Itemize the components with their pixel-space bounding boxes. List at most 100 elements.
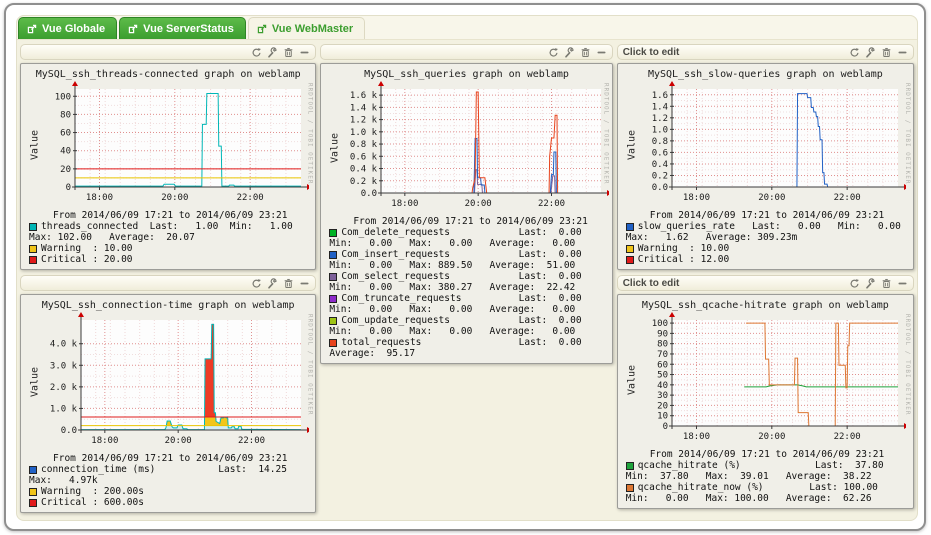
legend-text: Min: 37.80 Max: 39.01 Average: 38.22 <box>625 471 872 482</box>
collapse-icon[interactable] <box>299 47 310 58</box>
legend-swatch <box>625 244 634 253</box>
svg-text:0.6 k: 0.6 k <box>350 152 378 162</box>
legend-swatch <box>625 222 634 231</box>
trash-icon[interactable] <box>881 47 892 58</box>
svg-text:22:00: 22:00 <box>538 199 565 209</box>
legend-text: total_requests Last: 0.00 <box>341 337 582 348</box>
graph-widget-threads-connected: MySQL_ssh_threads-connected graph on web… <box>20 63 317 270</box>
dashboard-column-right: Click to edit MySQL_ssh_slow-queries grap… <box>616 44 914 513</box>
legend-row: Max: 4.97k <box>29 475 309 486</box>
svg-text:0: 0 <box>662 422 667 432</box>
refresh-icon[interactable] <box>849 47 860 58</box>
tab-vue-webmaster[interactable]: Vue WebMaster <box>247 17 366 39</box>
svg-text:40: 40 <box>60 147 71 157</box>
legend-row: Max: 1.62 Average: 309.23m <box>626 232 907 243</box>
trash-icon[interactable] <box>283 278 294 289</box>
svg-text:20:00: 20:00 <box>465 199 492 209</box>
svg-text:18:00: 18:00 <box>683 193 710 203</box>
legend-swatch <box>329 338 338 347</box>
legend-row: qcache_hitrate (%) Last: 37.80 <box>625 460 907 471</box>
panel-queries: MySQL_ssh_queries graph on weblamp Value 0… <box>320 44 613 364</box>
legend-text: Max: 1.62 Average: 309.23m <box>625 232 798 243</box>
legend-text: Max: 102.00 Average: 20.07 <box>29 232 195 243</box>
tab-vue-serverstatus[interactable]: Vue ServerStatus <box>119 17 246 39</box>
wrench-icon[interactable] <box>267 46 278 58</box>
collapse-icon[interactable] <box>897 47 908 58</box>
panel-toolbar <box>251 46 310 58</box>
legend-row: Warning : 10.00 <box>29 243 309 254</box>
legend-text: Com_delete_requests Last: 0.00 <box>341 227 582 238</box>
panel-header-threads-connected[interactable] <box>20 44 317 60</box>
collapse-icon[interactable] <box>596 47 607 58</box>
panel-header-connection-time[interactable] <box>20 275 317 291</box>
y-axis-label: Value <box>626 129 638 161</box>
svg-text:4.0 k: 4.0 k <box>50 340 78 350</box>
panel-header-qcache-hitrate[interactable]: Click to edit <box>616 275 914 291</box>
panel-qcache-hitrate: Click to edit MySQL_ssh_qcache-hitrate gr… <box>616 275 914 509</box>
legend-row: slow_queries_rate Last: 0.00 Min: 0.00 <box>625 221 907 232</box>
legend-text: Critical : 12.00 <box>637 254 730 265</box>
view-icon <box>257 24 267 34</box>
legend-row: qcache_hitrate_now (%) Last: 100.00 <box>625 482 907 493</box>
wrench-icon[interactable] <box>865 46 876 58</box>
svg-text:0.0: 0.0 <box>361 189 377 199</box>
window-frame: Vue Globale Vue ServerStatus Vue WebMast… <box>4 3 926 531</box>
trash-icon[interactable] <box>881 278 892 289</box>
dashboard-column-left: MySQL_ssh_threads-connected graph on web… <box>20 44 317 513</box>
svg-text:20:00: 20:00 <box>758 193 785 203</box>
tab-vue-globale[interactable]: Vue Globale <box>18 17 118 39</box>
legend-text: From 2014/06/09 17:21 to 2014/06/09 23:2… <box>649 210 885 221</box>
legend-row: Max: 102.00 Average: 20.07 <box>29 232 309 243</box>
rrdtool-watermark: RRDTOOL / TOBI OETIKER <box>904 83 911 185</box>
y-axis-label: Value <box>29 366 41 398</box>
tab-label: Vue Globale <box>42 22 106 35</box>
svg-text:22:00: 22:00 <box>833 193 860 203</box>
legend-text: qcache_hitrate_now (%) Last: 100.00 <box>637 482 878 493</box>
refresh-icon[interactable] <box>251 47 262 58</box>
view-icon <box>27 24 37 34</box>
panels-grid: MySQL_ssh_threads-connected graph on web… <box>17 40 917 513</box>
wrench-icon[interactable] <box>865 277 876 289</box>
legend-row: Min: 0.00 Max: 380.27 Average: 22.42 <box>329 282 605 293</box>
panel-edit-hint[interactable]: Click to edit <box>623 278 680 289</box>
legend-time-range: From 2014/06/09 17:21 to 2014/06/09 23:2… <box>626 210 907 221</box>
tab-bar: Vue Globale Vue ServerStatus Vue WebMast… <box>17 16 917 40</box>
wrench-icon[interactable] <box>267 277 278 289</box>
refresh-icon[interactable] <box>849 278 860 289</box>
legend-row: Average: 95.17 <box>329 348 605 359</box>
refresh-icon[interactable] <box>548 47 559 58</box>
legend-time-range: From 2014/06/09 17:21 to 2014/06/09 23:2… <box>29 453 309 464</box>
panel-edit-hint[interactable]: Click to edit <box>623 47 680 58</box>
panel-connection-time: MySQL_ssh_connection-time graph on webla… <box>20 275 317 513</box>
refresh-icon[interactable] <box>251 278 262 289</box>
graph-widget-qcache-hitrate: MySQL_ssh_qcache-hitrate graph on weblam… <box>616 294 914 509</box>
svg-text:70: 70 <box>657 350 668 360</box>
svg-text:1.6: 1.6 <box>651 91 667 101</box>
trash-icon[interactable] <box>580 47 591 58</box>
graph-image-connection-time: 0.0 1.0 k 2.0 k 3.0 k 4.0 k 18:00 20:00 22:00 <box>50 312 309 446</box>
graph-widget-slow-queries: MySQL_ssh_slow-queries graph on weblamp V… <box>616 63 914 270</box>
svg-text:2.0 k: 2.0 k <box>50 383 78 393</box>
legend-swatch <box>625 483 634 492</box>
collapse-icon[interactable] <box>299 278 310 289</box>
trash-icon[interactable] <box>283 47 294 58</box>
panel-header-slow-queries[interactable]: Click to edit <box>616 44 914 60</box>
svg-text:0.8: 0.8 <box>651 137 667 147</box>
panel-toolbar <box>251 277 310 289</box>
graph-widget-queries: MySQL_ssh_queries graph on weblamp Value 0… <box>320 63 613 364</box>
graph-widget-connection-time: MySQL_ssh_connection-time graph on webla… <box>20 294 317 513</box>
svg-text:60: 60 <box>657 360 668 370</box>
legend-text: Com_truncate_requests Last: 0.00 <box>341 293 582 304</box>
svg-text:1.0 k: 1.0 k <box>350 128 378 138</box>
collapse-icon[interactable] <box>897 278 908 289</box>
wrench-icon[interactable] <box>564 46 575 58</box>
svg-text:90: 90 <box>657 329 668 339</box>
svg-text:1.2: 1.2 <box>651 114 667 124</box>
svg-text:0.8 k: 0.8 k <box>350 140 378 150</box>
legend-text: From 2014/06/09 17:21 to 2014/06/09 23:2… <box>53 210 288 221</box>
graph-title: MySQL_ssh_queries graph on weblamp <box>364 69 569 80</box>
legend-text: threads_connected Last: 1.00 Min: 1.00 <box>41 221 293 232</box>
panel-header-queries[interactable] <box>320 44 613 60</box>
svg-text:20:00: 20:00 <box>758 432 785 442</box>
svg-text:0.4: 0.4 <box>651 160 667 170</box>
